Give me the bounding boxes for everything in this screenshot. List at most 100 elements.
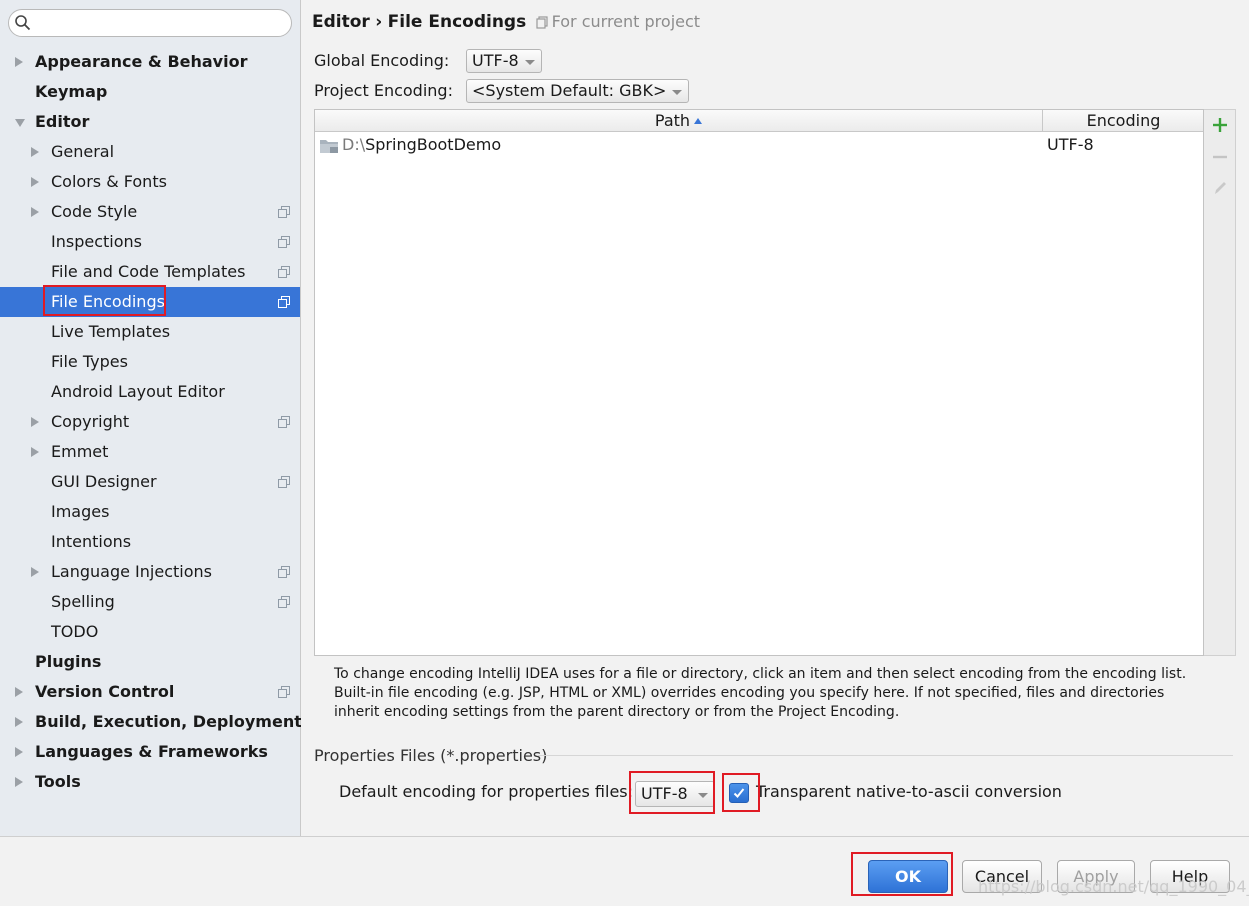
annotation-highlight-file-encodings bbox=[43, 285, 166, 316]
project-scope-icon bbox=[278, 236, 290, 248]
watermark-text: https://blog.csdn.net/qq_1990_04_20 bbox=[978, 877, 1249, 896]
annotation-highlight-checkbox bbox=[722, 773, 760, 812]
sidebar-item-label: General bbox=[51, 142, 115, 161]
sidebar-item-live-templates[interactable]: Live Templates bbox=[0, 317, 300, 347]
encoding-cell[interactable]: UTF-8 bbox=[1047, 133, 1094, 157]
sidebar-item-build-execution-deployment[interactable]: Build, Execution, Deployment bbox=[0, 707, 302, 737]
sidebar-item-general[interactable]: General bbox=[0, 137, 300, 167]
project-encoding-value: <System Default: GBK> bbox=[472, 81, 667, 100]
sidebar-item-label: Inspections bbox=[51, 232, 142, 251]
project-scope-icon bbox=[278, 296, 290, 308]
expand-right-icon[interactable] bbox=[15, 687, 23, 697]
sidebar-item-label: Editor bbox=[35, 112, 90, 131]
sidebar-item-copyright[interactable]: Copyright bbox=[0, 407, 300, 437]
sidebar-item-keymap[interactable]: Keymap bbox=[0, 77, 300, 107]
sidebar-item-label: Code Style bbox=[51, 202, 138, 221]
sidebar-item-gui-designer[interactable]: GUI Designer bbox=[0, 467, 300, 497]
sidebar-item-label: Tools bbox=[35, 772, 81, 791]
sidebar-item-images[interactable]: Images bbox=[0, 497, 300, 527]
sort-ascending-icon bbox=[694, 118, 703, 124]
sidebar-item-emmet[interactable]: Emmet bbox=[0, 437, 300, 467]
properties-encoding-label: Default encoding for properties files: bbox=[339, 782, 634, 801]
expand-right-icon[interactable] bbox=[15, 57, 23, 67]
sidebar-item-file-types[interactable]: File Types bbox=[0, 347, 300, 377]
properties-section-title: Properties Files (*.properties) bbox=[314, 746, 548, 765]
sidebar-item-label: Languages & Frameworks bbox=[35, 742, 268, 761]
annotation-highlight-properties-encoding bbox=[629, 771, 715, 814]
sidebar-item-label: Intentions bbox=[51, 532, 132, 551]
encoding-column-header[interactable]: Encoding bbox=[1044, 110, 1203, 131]
sidebar-item-intentions[interactable]: Intentions bbox=[0, 527, 300, 557]
table-row[interactable]: D:\SpringBootDemo UTF-8 bbox=[315, 133, 1203, 157]
expand-right-icon[interactable] bbox=[31, 177, 39, 187]
sidebar-item-inspections[interactable]: Inspections bbox=[0, 227, 300, 257]
breadcrumb-separator: › bbox=[375, 12, 383, 32]
sidebar-item-language-injections[interactable]: Language Injections bbox=[0, 557, 300, 587]
section-divider bbox=[538, 755, 1233, 756]
path-drive: D:\ bbox=[342, 135, 366, 154]
folder-icon bbox=[320, 140, 338, 153]
sidebar-item-android-layout-editor[interactable]: Android Layout Editor bbox=[0, 377, 300, 407]
sidebar-item-plugins[interactable]: Plugins bbox=[0, 647, 300, 677]
global-encoding-label: Global Encoding: bbox=[314, 51, 450, 70]
project-scope-icon bbox=[278, 596, 290, 608]
sidebar-item-colors-fonts[interactable]: Colors & Fonts bbox=[0, 167, 300, 197]
remove-icon[interactable] bbox=[1210, 147, 1230, 167]
sidebar-item-tools[interactable]: Tools bbox=[0, 767, 300, 797]
sidebar-item-spelling[interactable]: Spelling bbox=[0, 587, 300, 617]
sidebar-item-version-control[interactable]: Version Control bbox=[0, 677, 300, 707]
sidebar-item-label: Appearance & Behavior bbox=[35, 52, 248, 71]
sidebar-item-label: Colors & Fonts bbox=[51, 172, 167, 191]
sidebar-item-label: Spelling bbox=[51, 592, 115, 611]
help-text: To change encoding IntelliJ IDEA uses fo… bbox=[334, 666, 1187, 720]
expand-right-icon[interactable] bbox=[31, 207, 39, 217]
path-encoding-table: Path Encoding D:\SpringBootDemo UTF-8 bbox=[314, 109, 1204, 656]
project-scope-icon bbox=[278, 686, 290, 698]
sidebar-item-file-and-code-templates[interactable]: File and Code Templates bbox=[0, 257, 300, 287]
path-cell: D:\SpringBootDemo bbox=[342, 133, 501, 157]
project-scope-icon bbox=[278, 476, 290, 488]
settings-tree: Appearance & Behavior Keymap Editor General… bbox=[0, 47, 302, 797]
expand-right-icon[interactable] bbox=[31, 417, 39, 427]
search-input[interactable] bbox=[8, 9, 292, 37]
add-icon[interactable] bbox=[1210, 115, 1230, 135]
path-column-header[interactable]: Path bbox=[315, 110, 1043, 131]
main-panel: Editor › File Encodings For current proj… bbox=[301, 0, 1249, 836]
sidebar-item-label: Live Templates bbox=[51, 322, 171, 341]
sidebar-item-appearance-behavior[interactable]: Appearance & Behavior bbox=[0, 47, 300, 77]
sidebar-item-todo[interactable]: TODO bbox=[0, 617, 300, 647]
expand-right-icon[interactable] bbox=[15, 777, 23, 787]
edit-pencil-icon[interactable] bbox=[1210, 178, 1230, 198]
transparent-conversion-label[interactable]: Transparent native-to-ascii conversion bbox=[756, 782, 1062, 801]
breadcrumb-parent[interactable]: Editor bbox=[312, 12, 370, 32]
path-column-label: Path bbox=[654, 111, 691, 130]
expand-right-icon[interactable] bbox=[31, 147, 39, 157]
sidebar-item-label: Keymap bbox=[35, 82, 108, 101]
sidebar-item-label: Plugins bbox=[35, 652, 102, 671]
page-title: File Encodings bbox=[387, 12, 527, 32]
project-scope-text: For current project bbox=[551, 12, 701, 31]
expand-right-icon[interactable] bbox=[31, 447, 39, 457]
sidebar-item-label: GUI Designer bbox=[51, 472, 157, 491]
global-encoding-value: UTF-8 bbox=[472, 51, 519, 70]
table-toolbar bbox=[1204, 109, 1236, 656]
sidebar-item-label: Build, Execution, Deployment bbox=[35, 712, 302, 731]
expand-right-icon[interactable] bbox=[15, 717, 23, 727]
search-icon bbox=[15, 15, 31, 31]
expand-right-icon[interactable] bbox=[31, 567, 39, 577]
global-encoding-select[interactable]: UTF-8 bbox=[466, 49, 542, 73]
sidebar-item-label: Copyright bbox=[51, 412, 130, 431]
sidebar-item-code-style[interactable]: Code Style bbox=[0, 197, 300, 227]
project-scope-icon bbox=[536, 16, 548, 29]
sidebar-item-label: Language Injections bbox=[51, 562, 212, 581]
sidebar-item-editor[interactable]: Editor bbox=[0, 107, 300, 137]
expand-down-icon[interactable] bbox=[15, 119, 25, 127]
sidebar-item-label: TODO bbox=[51, 622, 99, 641]
project-encoding-select[interactable]: <System Default: GBK> bbox=[466, 79, 690, 103]
sidebar-item-label: File Types bbox=[51, 352, 128, 371]
sidebar-item-label: Android Layout Editor bbox=[51, 382, 225, 401]
sidebar-item-label: Version Control bbox=[35, 682, 175, 701]
project-scope-icon bbox=[278, 206, 290, 218]
expand-right-icon[interactable] bbox=[15, 747, 23, 757]
sidebar-item-languages-frameworks[interactable]: Languages & Frameworks bbox=[0, 737, 300, 767]
